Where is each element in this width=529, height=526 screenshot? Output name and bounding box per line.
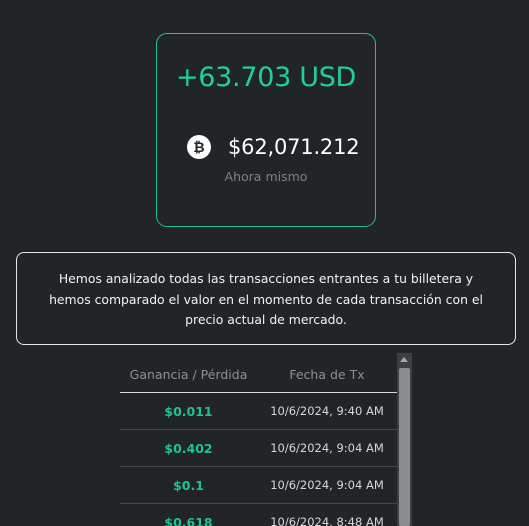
total-gain-value: +63.703 USD: [175, 62, 357, 93]
header-tx-date: Fecha de Tx: [289, 366, 365, 382]
analysis-info-box: Hemos analizado todas las transacciones …: [16, 252, 516, 345]
btc-current-price: $62,071.212: [228, 135, 360, 159]
scrollbar-thumb[interactable]: [399, 368, 410, 526]
row-gain-value: $0.618: [164, 514, 213, 526]
table-row: $0.011 10/6/2024, 9:40 AM: [120, 393, 397, 430]
price-timestamp: Ahora mismo: [224, 169, 308, 184]
table-header: Ganancia / Pérdida Fecha de Tx: [120, 356, 397, 393]
row-gain-value: $0.402: [164, 440, 213, 456]
table-row: $0.402 10/6/2024, 9:04 AM: [120, 430, 397, 467]
table-row: $0.1 10/6/2024, 9:04 AM: [120, 467, 397, 504]
row-gain-value: $0.011: [164, 403, 213, 419]
row-gain-value: $0.1: [173, 477, 204, 493]
row-tx-date: 10/6/2024, 9:04 AM: [270, 478, 384, 492]
btc-price-row: ₿ $62,071.212: [187, 135, 360, 159]
header-gain-loss: Ganancia / Pérdida: [129, 366, 248, 382]
table-scrollbar[interactable]: [397, 353, 412, 526]
transactions-table: Ganancia / Pérdida Fecha de Tx $0.011 10…: [120, 356, 397, 526]
table-row: $0.618 10/6/2024, 8:48 AM: [120, 504, 397, 526]
row-tx-date: 10/6/2024, 9:04 AM: [270, 441, 384, 455]
scroll-up-arrow-icon[interactable]: [400, 357, 408, 362]
gain-summary-card: +63.703 USD ₿ $62,071.212 Ahora mismo: [156, 33, 376, 227]
row-tx-date: 10/6/2024, 8:48 AM: [270, 515, 384, 526]
bitcoin-icon: ₿: [187, 135, 211, 159]
row-tx-date: 10/6/2024, 9:40 AM: [270, 404, 384, 418]
analysis-info-text: Hemos analizado todas las transacciones …: [49, 271, 483, 327]
